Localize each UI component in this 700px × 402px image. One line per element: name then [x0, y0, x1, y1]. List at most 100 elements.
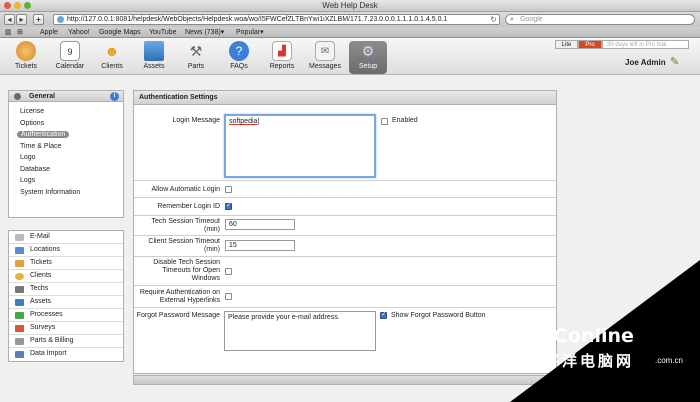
lite-badge[interactable]: Lite — [555, 40, 578, 49]
sidebar-item-locations[interactable]: Locations — [9, 244, 123, 257]
nav-label: Clients — [101, 63, 123, 70]
login-message-input[interactable]: softpedia| — [224, 114, 376, 178]
tickets-icon — [16, 41, 36, 61]
forward-button[interactable]: ▸ — [16, 14, 27, 25]
nav-assets[interactable]: Assets — [135, 41, 173, 70]
disable-timeouts-label: Disable Tech Session Timeouts for Open Win… — [153, 259, 220, 282]
add-bookmark-button[interactable]: + — [33, 14, 44, 25]
nav-clients[interactable]: ☻ Clients — [93, 41, 131, 70]
bookmark-link[interactable]: News (738)▾ — [185, 27, 224, 38]
panel-title: Authentication Settings — [134, 91, 556, 105]
text-cursor: | — [257, 118, 260, 125]
sidebar-section-header[interactable]: General i — [9, 91, 123, 102]
forgot-password-label: Forgot Password Message — [136, 312, 220, 319]
techs-icon — [15, 286, 24, 293]
nav-messages[interactable]: ✉ Messages — [306, 41, 344, 70]
bookmark-link[interactable]: YouTube — [149, 27, 177, 38]
window-title: Web Help Desk — [322, 1, 378, 10]
sidebar-item-processes[interactable]: Processes — [9, 309, 123, 322]
sidebar-item-options[interactable]: Options — [9, 118, 123, 130]
bookmark-link[interactable]: Apple — [40, 27, 58, 38]
require-auth-row: Require Authentication on External Hyperl… — [134, 285, 556, 307]
sidebar-item-tickets[interactable]: Tickets — [9, 257, 123, 270]
messages-icon: ✉ — [315, 41, 335, 61]
info-icon[interactable]: i — [110, 92, 119, 101]
sidebar-item-surveys[interactable]: Surveys — [9, 322, 123, 335]
allow-automatic-login-checkbox[interactable] — [225, 186, 232, 193]
sidebar-item-database[interactable]: Database — [9, 164, 123, 176]
reload-icon[interactable]: ↻ — [488, 15, 497, 24]
tech-timeout-row: Tech Session Timeout (min) 60 — [134, 215, 556, 235]
panel-footer-bar — [133, 375, 557, 385]
nav-calendar[interactable]: 9 Calendar — [51, 41, 89, 70]
nav-tickets[interactable]: Tickets — [7, 41, 45, 70]
nav-label: Reports — [269, 63, 295, 70]
login-message-enabled-checkbox[interactable] — [381, 118, 388, 125]
search-placeholder: Google — [520, 16, 543, 23]
collapse-icon — [14, 93, 21, 100]
forward-arrow-icon: ▸ — [19, 15, 24, 24]
email-icon — [15, 234, 24, 241]
nav-faqs[interactable]: ? FAQs — [220, 41, 258, 70]
allow-automatic-login-row: Allow Automatic Login — [134, 180, 556, 197]
client-timeout-input[interactable]: 15 — [225, 240, 295, 251]
edit-profile-icon[interactable]: ✎ — [670, 55, 679, 68]
login-message-text: softpedia — [229, 118, 258, 125]
bookmarks-book-icon[interactable]: ▥ — [5, 27, 12, 38]
sidebar-item-parts-billing[interactable]: Parts & Billing — [9, 335, 123, 348]
sidebar-item-logo[interactable]: Logo — [9, 152, 123, 164]
sidebar-item-email[interactable]: E-Mail — [9, 231, 123, 244]
favicon-icon — [57, 16, 64, 23]
clients-icon — [15, 273, 24, 280]
nav-label: Messages — [309, 63, 341, 70]
nav-label: Calendar — [55, 63, 85, 70]
nav-setup[interactable]: ⚙ Setup — [349, 41, 387, 74]
bookmark-link[interactable]: Google Maps — [99, 27, 141, 38]
allow-automatic-login-label: Allow Automatic Login — [151, 186, 220, 193]
sidebar-item-clients[interactable]: Clients — [9, 270, 123, 283]
sidebar-section-title: General — [29, 93, 56, 100]
search-input[interactable]: ⌕ Google — [505, 14, 695, 25]
sidebar-item-license[interactable]: License — [9, 106, 123, 118]
top-sites-grid-icon[interactable]: ⊞ — [17, 27, 23, 38]
tech-timeout-input[interactable]: 60 — [225, 219, 295, 230]
back-arrow-icon: ◂ — [7, 15, 12, 24]
sidebar-item-time-place[interactable]: Time & Place — [9, 141, 123, 153]
nav-label: Assets — [143, 63, 165, 70]
require-auth-checkbox[interactable] — [225, 293, 232, 300]
nav-parts[interactable]: ⚒ Parts — [177, 41, 215, 70]
authentication-settings-panel: Authentication Settings Login Message so… — [133, 90, 557, 374]
sidebar-item-logs[interactable]: Logs — [9, 175, 123, 187]
bookmark-link[interactable]: Popular▾ — [236, 27, 264, 38]
user-name: Joe Admin — [625, 58, 666, 67]
sidebar-item-assets[interactable]: Assets — [9, 296, 123, 309]
bookmarks-bar: ▥ ⊞ Apple Yahoo! Google Maps YouTube New… — [0, 27, 700, 38]
remember-login-checkbox[interactable] — [225, 202, 232, 210]
sidebar-item-techs[interactable]: Techs — [9, 283, 123, 296]
bookmark-link[interactable]: Yahoo! — [68, 27, 90, 38]
search-icon: ⌕ — [510, 16, 514, 23]
back-button[interactable]: ◂ — [4, 14, 15, 25]
sidebar-item-data-import[interactable]: Data Import — [9, 348, 123, 361]
show-forgot-password-label: Show Forgot Password Button — [391, 312, 486, 319]
calendar-icon: 9 — [60, 41, 80, 61]
sidebar-item-system-information[interactable]: System Information — [9, 187, 123, 199]
pro-badge[interactable]: Pro — [578, 40, 602, 49]
license-badges: Lite Pro 30 days left in Pro trial — [555, 40, 689, 49]
nav-reports[interactable]: ▟ Reports — [263, 41, 301, 70]
watermark-domain-suffix: .com.cn — [655, 356, 684, 365]
parts-billing-icon — [15, 338, 24, 345]
window-titlebar: Web Help Desk — [0, 0, 700, 12]
login-message-label: Login Message — [172, 117, 220, 124]
disable-timeouts-checkbox[interactable] — [225, 268, 232, 275]
sidebar-item-authentication[interactable]: Authentication — [9, 129, 123, 141]
data-import-icon — [15, 351, 24, 358]
forgot-password-input[interactable]: Please provide your e-mail address. — [224, 311, 376, 351]
sidebar-general: General i License Options Authentication… — [8, 90, 124, 218]
assets-icon — [144, 41, 164, 61]
address-bar[interactable]: http://127.0.0.1:8081/helpdesk/WebObject… — [53, 14, 500, 25]
faq-icon: ? — [229, 41, 249, 61]
disable-timeouts-row: Disable Tech Session Timeouts for Open Win… — [134, 256, 556, 285]
show-forgot-password-checkbox[interactable] — [380, 311, 387, 319]
tickets-icon — [15, 260, 24, 267]
